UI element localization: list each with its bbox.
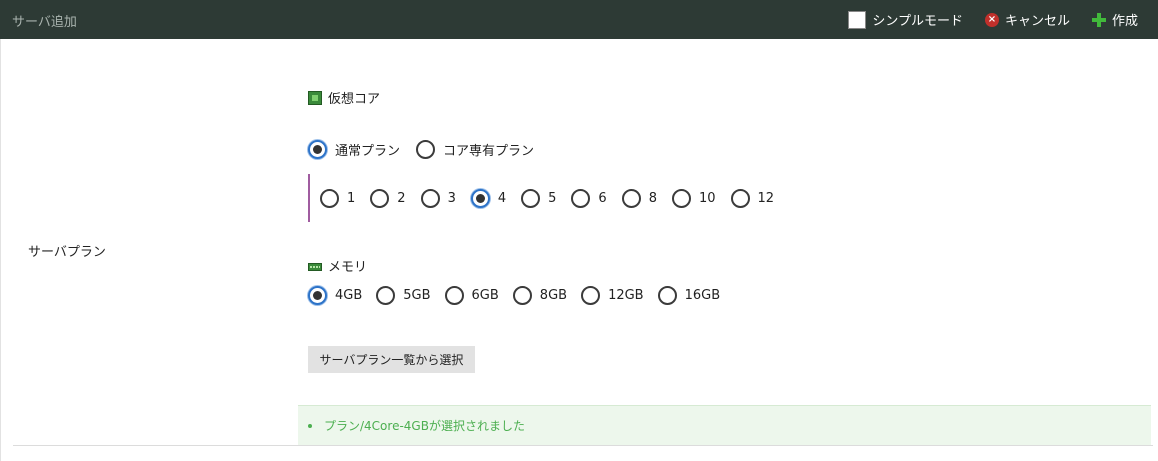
core-option-label: 3: [447, 191, 456, 206]
core-option-4[interactable]: 4: [470, 189, 507, 208]
radio-icon[interactable]: [376, 286, 396, 305]
core-option-label: 4: [497, 191, 507, 206]
chip-icon: [308, 90, 322, 105]
memory-option-label: 6GB: [471, 288, 499, 303]
plan-type-dedicated[interactable]: コア専有プラン: [416, 140, 534, 159]
core-option-1[interactable]: 1: [320, 189, 355, 208]
core-option-label: 8: [648, 191, 657, 206]
core-option-5[interactable]: 5: [521, 189, 556, 208]
memory-icon: [308, 262, 322, 271]
core-option-10[interactable]: 10: [671, 189, 716, 208]
memory-option-8gb[interactable]: 8GB: [512, 286, 568, 305]
plus-icon: [1091, 12, 1106, 27]
radio-icon[interactable]: [621, 189, 641, 208]
page-title: サーバ追加: [12, 15, 77, 30]
memory-option-label: 4GB: [335, 288, 363, 303]
selection-notice-text: プラン/4Core-4GBが選択されました: [324, 419, 525, 433]
memory-option-16gb[interactable]: 16GB: [657, 286, 721, 305]
core-group-indicator: [308, 174, 310, 222]
core-count-group: 1 2 3 4 5 6 8 10 12: [320, 189, 774, 208]
header-actions: シンプルモード × キャンセル 作成: [848, 0, 1138, 39]
radio-icon[interactable]: [671, 189, 691, 208]
memory-option-label: 8GB: [539, 288, 568, 303]
core-plan-type-group: 通常プラン コア専有プラン: [308, 140, 534, 159]
memory-option-label: 12GB: [608, 288, 644, 303]
memory-group: 4GB 5GB 6GB 8GB 12GB 16GB: [308, 286, 720, 305]
radio-icon[interactable]: [581, 286, 601, 305]
radio-icon[interactable]: [657, 286, 677, 305]
simple-mode-label: シンプルモード: [872, 14, 963, 29]
core-option-3[interactable]: 3: [420, 189, 456, 208]
core-option-label: 5: [548, 191, 557, 206]
selection-notice: プラン/4Core-4GBが選択されました: [298, 405, 1151, 445]
memory-section-label: メモリ: [328, 260, 368, 275]
radio-icon[interactable]: [521, 189, 541, 208]
radio-icon[interactable]: [730, 189, 750, 208]
create-label: 作成: [1111, 14, 1138, 29]
radio-icon[interactable]: [416, 140, 436, 159]
memory-option-6gb[interactable]: 6GB: [444, 286, 499, 305]
row-label-server-plan: サーバプラン: [28, 245, 106, 260]
memory-option-label: 16GB: [684, 288, 721, 303]
simple-mode-toggle[interactable]: シンプルモード: [848, 10, 963, 29]
core-option-label: 2: [397, 191, 406, 206]
radio-icon[interactable]: [470, 189, 490, 208]
radio-icon[interactable]: [420, 189, 440, 208]
radio-icon[interactable]: [571, 189, 591, 208]
bullet-icon: [308, 423, 312, 428]
radio-icon[interactable]: [320, 189, 339, 208]
plan-type-label: 通常プラン: [335, 144, 401, 159]
radio-icon[interactable]: [444, 286, 464, 305]
radio-icon[interactable]: [308, 140, 327, 159]
core-option-8[interactable]: 8: [621, 189, 657, 208]
core-option-12[interactable]: 12: [730, 189, 775, 208]
top-bar: サーバ追加 シンプルモード × キャンセル 作成: [0, 0, 1158, 39]
cancel-icon: ×: [984, 12, 999, 27]
checkbox-icon[interactable]: [848, 10, 867, 29]
select-from-plan-list-button[interactable]: サーバプラン一覧から選択: [308, 346, 475, 373]
plan-type-label: コア専有プラン: [443, 144, 535, 159]
core-section-title: 仮想コア: [308, 88, 380, 107]
core-option-label: 12: [757, 191, 775, 206]
core-option-2[interactable]: 2: [370, 189, 406, 208]
server-plan-panel: サーバプラン 仮想コア 通常プラン コア専有プラン 1 2 3 4 5 6 8 …: [0, 39, 1158, 461]
create-button[interactable]: 作成: [1091, 10, 1138, 29]
core-option-6[interactable]: 6: [571, 189, 607, 208]
radio-icon[interactable]: [370, 189, 390, 208]
radio-icon[interactable]: [512, 286, 532, 305]
radio-icon[interactable]: [308, 286, 327, 305]
memory-option-5gb[interactable]: 5GB: [376, 286, 431, 305]
core-option-label: 1: [347, 191, 356, 206]
memory-section-title: メモリ: [308, 256, 367, 275]
plan-type-standard[interactable]: 通常プラン: [308, 140, 400, 159]
memory-option-label: 5GB: [403, 288, 431, 303]
core-option-label: 6: [598, 191, 607, 206]
core-option-label: 10: [698, 191, 716, 206]
core-section-label: 仮想コア: [328, 92, 381, 107]
cancel-button[interactable]: × キャンセル: [984, 10, 1070, 29]
memory-option-4gb[interactable]: 4GB: [308, 286, 362, 305]
row-divider: [13, 445, 1153, 446]
cancel-label: キャンセル: [1004, 14, 1070, 29]
memory-option-12gb[interactable]: 12GB: [581, 286, 644, 305]
